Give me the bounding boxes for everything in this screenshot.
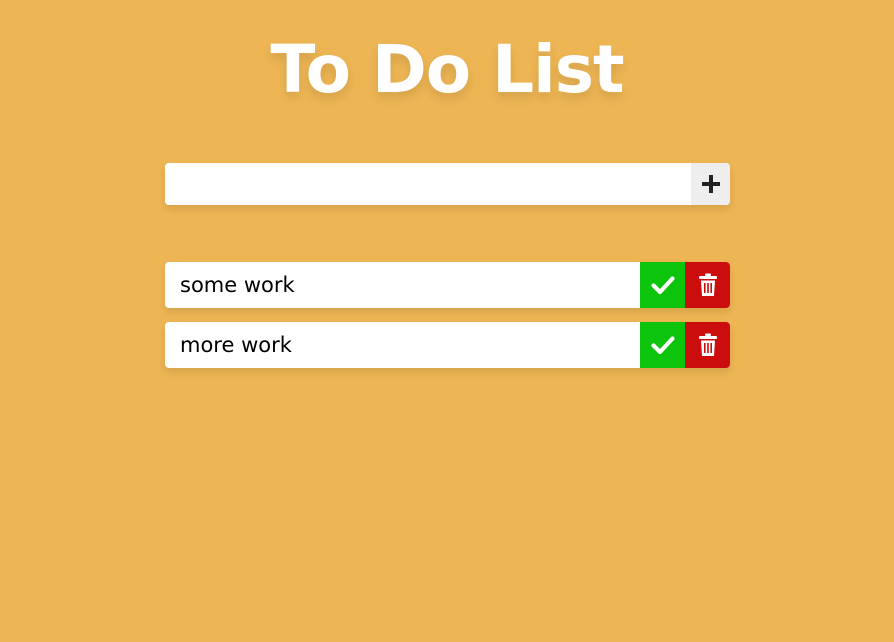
delete-button[interactable] — [685, 262, 730, 308]
todo-item: more work — [165, 322, 730, 368]
todo-list: some work more work — [165, 262, 730, 382]
check-icon — [650, 335, 675, 355]
delete-button[interactable] — [685, 322, 730, 368]
trash-icon — [698, 333, 718, 357]
todo-item: some work — [165, 262, 730, 308]
plus-icon — [701, 174, 721, 194]
add-todo-form — [165, 163, 730, 205]
trash-icon — [698, 273, 718, 297]
complete-button[interactable] — [640, 262, 685, 308]
todo-input[interactable] — [165, 163, 691, 205]
page-title: To Do List — [270, 31, 624, 108]
complete-button[interactable] — [640, 322, 685, 368]
check-icon — [650, 275, 675, 295]
todo-text: more work — [180, 333, 292, 357]
todo-text: some work — [180, 273, 295, 297]
add-button[interactable] — [691, 163, 730, 205]
